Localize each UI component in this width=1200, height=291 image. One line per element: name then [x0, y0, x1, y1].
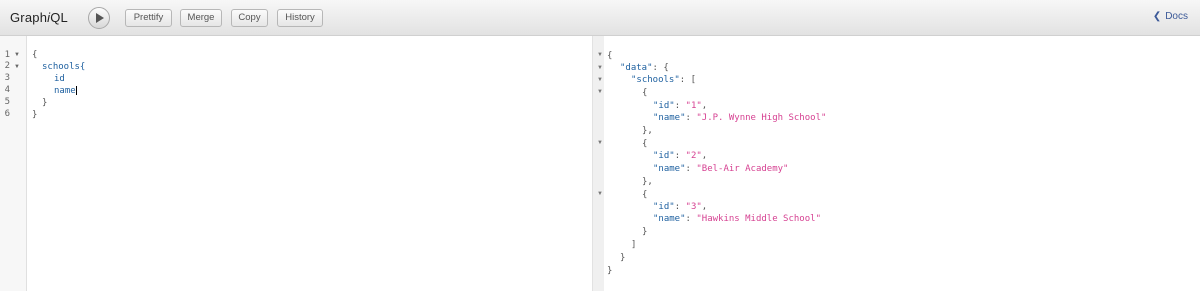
- result-line: }: [642, 227, 648, 237]
- play-icon: [96, 13, 104, 23]
- json-value: "J.P. Wynne High School": [696, 113, 827, 123]
- json-punct: :: [674, 151, 686, 161]
- result-line: "name": "Hawkins Middle School": [653, 214, 821, 224]
- json-punct: :: [685, 164, 697, 174]
- json-key: "id": [653, 101, 675, 111]
- result-line: },: [642, 126, 653, 136]
- json-key: "name": [653, 113, 686, 123]
- query-line: {: [32, 50, 38, 60]
- json-punct: : [: [679, 75, 697, 85]
- docs-label: Docs: [1165, 11, 1188, 22]
- json-punct: : {: [652, 63, 669, 73]
- line-number: 4: [4, 85, 10, 95]
- result-line: "name": "J.P. Wynne High School": [653, 113, 826, 123]
- json-value: "Bel-Air Academy": [696, 164, 789, 174]
- merge-button[interactable]: Merge: [180, 9, 222, 27]
- app-title: GraphiQL: [10, 10, 68, 25]
- docs-button[interactable]: ❮ Docs: [1153, 11, 1188, 22]
- json-value: "2": [685, 151, 702, 161]
- query-line: id: [54, 74, 65, 84]
- query-line: name: [54, 86, 77, 96]
- execute-query-button[interactable]: [88, 7, 110, 29]
- json-key: "schools": [631, 75, 680, 85]
- fold-arrow-icon[interactable]: ▼: [597, 140, 603, 146]
- fold-arrow-icon[interactable]: ▼: [14, 64, 20, 70]
- json-punct: :: [674, 101, 686, 111]
- fold-arrow-icon[interactable]: ▼: [14, 52, 20, 58]
- json-value: "1": [685, 101, 702, 111]
- fold-arrow-icon[interactable]: ▼: [597, 89, 603, 95]
- result-line: "id": "3",: [653, 202, 707, 212]
- result-line: "data": {: [620, 63, 669, 73]
- fold-arrow-icon[interactable]: ▼: [597, 52, 603, 58]
- result-line: "schools": [: [631, 75, 696, 85]
- json-key: "id": [653, 151, 675, 161]
- json-punct: :: [685, 113, 697, 123]
- copy-button[interactable]: Copy: [231, 9, 268, 27]
- result-gutter: [593, 36, 604, 291]
- app-title-prefix: Graph: [10, 10, 48, 25]
- json-key: "name": [653, 164, 686, 174]
- query-line: }: [32, 110, 38, 120]
- result-line: {: [607, 51, 613, 61]
- chevron-left-icon: ❮: [1152, 11, 1162, 22]
- result-line: "id": "1",: [653, 101, 707, 111]
- line-number: 3: [4, 73, 10, 83]
- query-line: }: [42, 98, 48, 108]
- result-line: {: [642, 139, 648, 149]
- app-title-suffix: QL: [50, 10, 68, 25]
- history-button[interactable]: History: [277, 9, 323, 27]
- json-key: "id": [653, 202, 675, 212]
- json-key: "name": [653, 214, 686, 224]
- line-number: 1: [4, 50, 10, 60]
- text-cursor: [75, 86, 77, 95]
- json-value: "3": [685, 202, 702, 212]
- result-line: }: [620, 253, 626, 263]
- json-punct: ,: [701, 101, 708, 111]
- json-punct: :: [685, 214, 697, 224]
- result-line: }: [607, 266, 613, 276]
- result-line: {: [642, 190, 648, 200]
- line-number: 2: [4, 61, 10, 71]
- result-line: {: [642, 88, 648, 98]
- query-line: schools{: [42, 62, 86, 72]
- query-line-text: name: [54, 86, 76, 96]
- json-punct: :: [674, 202, 686, 212]
- line-number: 5: [4, 97, 10, 107]
- json-key: "data": [620, 63, 653, 73]
- fold-arrow-icon[interactable]: ▼: [597, 65, 603, 71]
- json-punct: ,: [701, 151, 708, 161]
- line-number: 6: [4, 109, 10, 119]
- json-punct: ,: [701, 202, 708, 212]
- result-line: "id": "2",: [653, 151, 707, 161]
- json-value: "Hawkins Middle School": [696, 214, 821, 224]
- toolbar: GraphiQL Prettify Merge Copy History ❮ Do…: [0, 0, 1200, 36]
- prettify-button[interactable]: Prettify: [125, 9, 172, 27]
- result-line: "name": "Bel-Air Academy": [653, 164, 788, 174]
- fold-arrow-icon[interactable]: ▼: [597, 77, 603, 83]
- result-line: },: [642, 177, 653, 187]
- fold-arrow-icon[interactable]: ▼: [597, 191, 603, 197]
- result-line: ]: [631, 240, 637, 250]
